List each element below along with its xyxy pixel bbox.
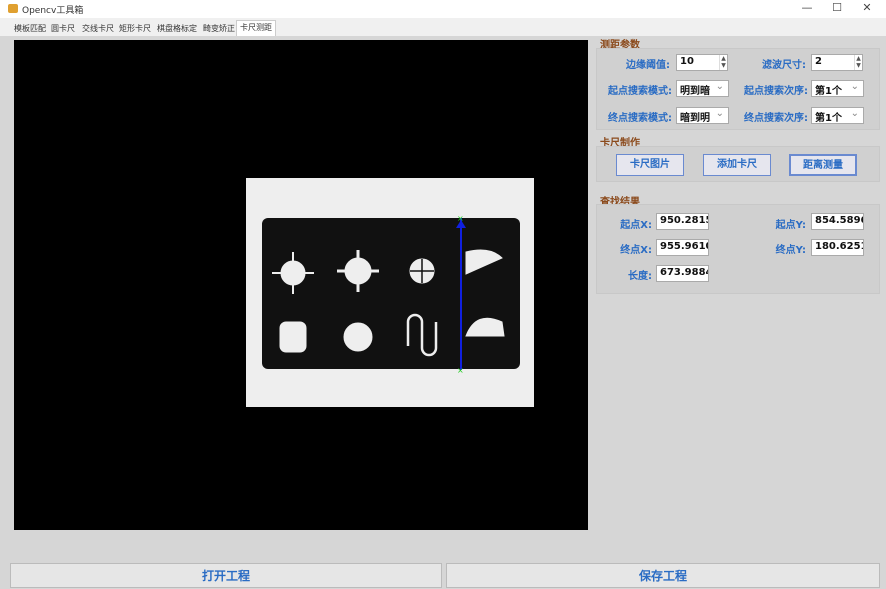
title-bar: [0, 0, 886, 18]
tab-line-caliper[interactable]: 交线卡尺: [79, 22, 117, 36]
end-mode-label: 终点搜索模式:: [608, 113, 672, 124]
tab-caliper-distance[interactable]: 卡尺测距: [236, 20, 276, 36]
distance-measure-button[interactable]: 距离测量: [789, 154, 857, 176]
filter-size-value: 2: [815, 56, 822, 67]
close-button[interactable]: ✕: [852, 0, 882, 16]
end-mode-select[interactable]: 暗到明: [676, 107, 729, 124]
start-y-label: 起点Y:: [775, 220, 806, 231]
app-icon: [8, 4, 18, 13]
length-field[interactable]: 673.9884: [656, 265, 709, 282]
tab-distortion[interactable]: 畸变矫正: [200, 22, 238, 36]
filter-size-input[interactable]: 2 ▲ ▼: [811, 54, 863, 71]
tab-rect-caliper[interactable]: 矩形卡尺: [116, 22, 154, 36]
tab-circle-caliper[interactable]: 圆卡尺: [48, 22, 78, 36]
start-x-label: 起点X:: [620, 220, 652, 231]
start-marker-icon: ×: [457, 214, 464, 223]
maximize-button[interactable]: ☐: [822, 0, 852, 16]
end-y-field[interactable]: 180.6251: [811, 239, 864, 256]
end-marker-icon: ×: [457, 366, 464, 375]
filter-size-label: 滤波尺寸:: [762, 60, 806, 71]
spinner-icon[interactable]: ▲ ▼: [854, 55, 862, 70]
spinner-icon[interactable]: ▲ ▼: [719, 55, 727, 70]
end-order-select[interactable]: 第1个: [811, 107, 864, 124]
start-x-field[interactable]: 950.2815: [656, 213, 709, 230]
open-project-button[interactable]: 打开工程: [10, 563, 442, 588]
plate-shapes: [272, 249, 505, 357]
end-order-label: 终点搜索次序:: [744, 113, 808, 124]
start-mode-label: 起点搜索模式:: [608, 86, 672, 97]
edge-threshold-label: 边缘阈值:: [626, 60, 670, 71]
end-x-field[interactable]: 955.9610: [656, 239, 709, 256]
start-y-field[interactable]: 854.5896: [811, 213, 864, 230]
caliper-image-button[interactable]: 卡尺图片: [616, 154, 684, 176]
measure-line: × ×: [456, 214, 466, 375]
edge-threshold-input[interactable]: 10 ▲ ▼: [676, 54, 728, 71]
add-caliper-button[interactable]: 添加卡尺: [703, 154, 771, 176]
edge-threshold-value: 10: [680, 56, 694, 67]
start-mode-select[interactable]: 明到暗: [676, 80, 729, 97]
save-project-button[interactable]: 保存工程: [446, 563, 880, 588]
start-order-label: 起点搜索次序:: [744, 86, 808, 97]
end-x-label: 终点X:: [620, 245, 652, 256]
window-title: Opencv工具箱: [22, 6, 84, 16]
start-order-select[interactable]: 第1个: [811, 80, 864, 97]
end-y-label: 终点Y:: [775, 245, 806, 256]
length-label: 长度:: [628, 271, 652, 282]
minimize-button[interactable]: —: [792, 0, 822, 16]
tab-template-match[interactable]: 模板匹配: [11, 22, 49, 36]
tab-chessboard-calib[interactable]: 棋盘格标定: [154, 22, 200, 36]
